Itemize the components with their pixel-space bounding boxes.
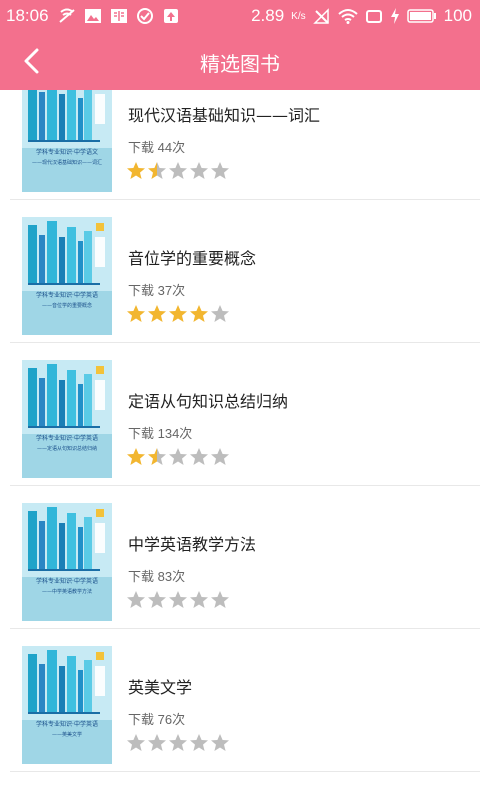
book-list-item[interactable]: 学科专业知识·中学英语 ——英美文学 英美文学下载 76次 [0, 629, 480, 772]
wifi-icon [337, 9, 358, 24]
book-cover[interactable]: 学科专业知识·中学英语 ——音位学的重要概念 [22, 216, 112, 335]
star-empty-icon [211, 448, 229, 465]
book-list[interactable]: 学科专业知识·中学语文 ——现代汉语基础知识——词汇 现代汉语基础知识——词汇下载 … [0, 90, 480, 800]
rating-stars [126, 304, 230, 324]
star-empty-icon [127, 734, 145, 751]
star-filled-icon [127, 305, 145, 322]
book-cover[interactable]: 学科专业知识·中学英语 ——中学英语教学方法 [22, 502, 112, 621]
book-cover[interactable]: 学科专业知识·中学英语 ——定语从句知识总结归纳 [22, 359, 112, 478]
charging-icon [390, 8, 399, 24]
book-title: 音位学的重要概念 [128, 249, 257, 268]
star-filled-icon [127, 448, 145, 465]
check-circle-icon [137, 8, 153, 24]
book-cover[interactable]: 学科专业知识·中学英语 ——英美文学 [22, 645, 112, 764]
cover-title: 学科专业知识·中学语文 [36, 148, 98, 156]
book-title: 中学英语教学方法 [128, 535, 257, 554]
status-time: 18:06 [6, 6, 49, 25]
star-filled-icon [127, 162, 145, 179]
book-cover[interactable]: 学科专业知识·中学语文 ——现代汉语基础知识——词汇 [22, 90, 112, 192]
star-empty-icon [148, 734, 166, 751]
network-speed: 2.89 [251, 6, 285, 25]
star-filled-icon [169, 305, 187, 322]
star-half-icon [148, 162, 166, 179]
star-empty-icon [190, 591, 208, 608]
cover-title: 学科专业知识·中学英语 [36, 291, 98, 299]
cover-subtitle: ——现代汉语基础知识——词汇 [32, 159, 102, 166]
star-empty-icon [148, 591, 166, 608]
cover-title: 学科专业知识·中学英语 [36, 434, 98, 442]
star-empty-icon [211, 591, 229, 608]
book-title: 英美文学 [128, 678, 193, 697]
signal-off-icon [59, 8, 75, 23]
book-title: 定语从句知识总结归纳 [128, 392, 289, 411]
star-empty-icon [190, 162, 208, 179]
image-icon [85, 9, 101, 23]
star-empty-icon [169, 734, 187, 751]
status-bar: 18:06 2.89 K/s 100 [0, 0, 480, 32]
book-icon [111, 9, 127, 23]
rating-stars [126, 161, 230, 181]
star-empty-icon [127, 591, 145, 608]
book-list-item[interactable]: 学科专业知识·中学英语 ——定语从句知识总结归纳 定语从句知识总结归纳下载 134次 [0, 343, 480, 486]
download-count: 下载 134次 [128, 426, 193, 441]
no-signal-icon [312, 8, 329, 24]
download-count: 下载 44次 [128, 140, 186, 155]
network-speed-unit: K/s [291, 10, 306, 22]
book-list-item[interactable]: 学科专业知识·中学语文 ——现代汉语基础知识——词汇 现代汉语基础知识——词汇下载 … [0, 90, 480, 200]
cover-subtitle: ——中学英语教学方法 [42, 588, 92, 595]
book-title: 现代汉语基础知识——词汇 [128, 106, 321, 125]
book-list-item[interactable]: 学科专业知识·中学英语 ——中学英语教学方法 中学英语教学方法下载 83次 [0, 486, 480, 629]
download-count: 下载 37次 [128, 283, 186, 298]
star-filled-icon [148, 305, 166, 322]
download-count: 下载 83次 [128, 569, 186, 584]
cover-subtitle: ——英美文学 [52, 731, 82, 738]
star-empty-icon [211, 305, 229, 322]
star-empty-icon [169, 448, 187, 465]
star-empty-icon [169, 591, 187, 608]
star-empty-icon [190, 734, 208, 751]
star-half-icon [148, 448, 166, 465]
upload-icon [164, 9, 178, 23]
cover-title: 学科专业知识·中学英语 [36, 577, 98, 585]
top-nav-bar: 精选图书 [0, 32, 480, 90]
battery-level: 100 [443, 6, 472, 25]
star-empty-icon [190, 448, 208, 465]
star-empty-icon [169, 162, 187, 179]
rating-stars [126, 590, 230, 610]
rating-stars [126, 733, 230, 753]
cover-subtitle: ——音位学的重要概念 [42, 302, 92, 309]
book-list-item[interactable]: 学科专业知识·中学英语 ——音位学的重要概念 音位学的重要概念下载 37次 [0, 200, 480, 343]
screen-icon [365, 10, 382, 23]
star-empty-icon [211, 734, 229, 751]
cover-subtitle: ——定语从句知识总结归纳 [37, 445, 97, 452]
download-count: 下载 76次 [128, 712, 186, 727]
page-title: 精选图书 [200, 52, 280, 76]
star-filled-icon [190, 305, 208, 322]
star-empty-icon [211, 162, 229, 179]
rating-stars [126, 447, 230, 467]
battery-icon [406, 9, 436, 23]
list-divider [10, 771, 480, 772]
cover-title: 学科专业知识·中学英语 [36, 720, 98, 728]
